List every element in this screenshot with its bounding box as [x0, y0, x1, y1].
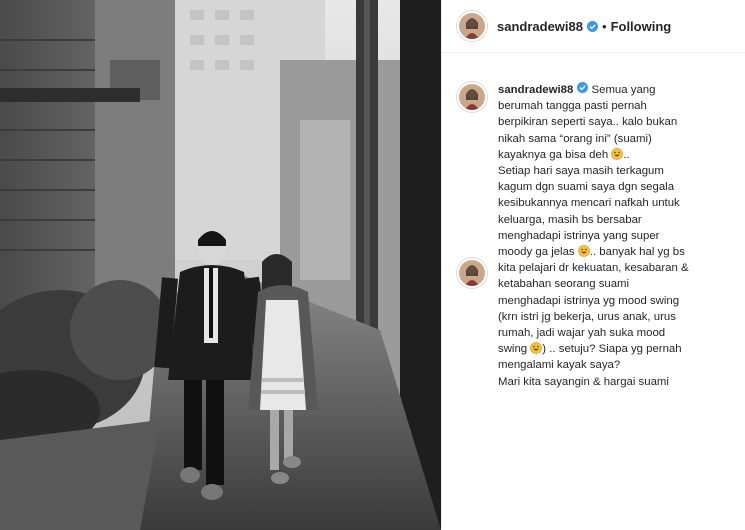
avatar-image: [459, 84, 485, 110]
rofl-emoji-icon: [611, 147, 624, 160]
caption-line: (krn istri jg bekerja, urus anak, urus: [498, 310, 676, 323]
caption-line: nikah sama “orang ini” (suami): [498, 132, 652, 145]
caption-row: sandradewi88 Semua yang berumah tangga p…: [457, 82, 732, 390]
following-button[interactable]: Following: [611, 19, 672, 34]
caption-line: mengalami kayak saya?: [498, 359, 621, 372]
verified-badge-icon: [577, 82, 589, 93]
caption-avatar[interactable]: [457, 82, 487, 112]
username-link[interactable]: sandradewi88: [497, 19, 583, 34]
caption-line: berumah tangga pasti pernah: [498, 100, 647, 113]
avatar-image: [459, 13, 485, 39]
verified-badge-icon: [587, 20, 598, 32]
caption-line: kagum dgn suami saya dgn segala: [498, 181, 675, 194]
caption-fragment: .. banyak hal yg bs: [589, 246, 685, 259]
caption-line: Semua yang: [591, 84, 656, 96]
caption-line: menghadapi istrinya yang super: [498, 229, 660, 242]
street-photo: [0, 0, 441, 530]
caption-line: kayaknya ga bisa deh: [498, 148, 609, 161]
caption-continuation-avatar[interactable]: [457, 258, 487, 288]
caption-line: kesibukannya mencari nafkah untuk: [498, 197, 680, 210]
caption-line: rumah, jadi wajar yah suka mood: [498, 327, 666, 340]
caption-line: Mari kita sayangin & hargai suami: [498, 375, 669, 388]
post-header: sandradewi88 • Following: [442, 0, 745, 53]
caption-line: Setiap hari saya masih terkagum: [498, 165, 664, 178]
post-side-panel: sandradewi88 • Following sandradewi88 Se…: [441, 0, 745, 530]
caption-username[interactable]: sandradewi88: [498, 84, 573, 96]
caption-line: keluarga, masih bs bersabar: [498, 213, 642, 226]
caption-line: moody ga jelas: [498, 246, 575, 259]
separator-dot: •: [602, 18, 607, 34]
caption-line: kita pelajari dr kekuatan, kesabaran &: [498, 262, 689, 275]
caption-line: berpikiran seperti saya.. kalo bukan: [498, 116, 678, 129]
rofl-emoji-icon: [577, 245, 590, 257]
caption-line: swing: [498, 343, 528, 356]
caption-line: menghadapi istrinya yg mood swing: [498, 294, 680, 307]
avatar-image: [459, 260, 485, 286]
post-caption: sandradewi88 Semua yang berumah tangga p…: [498, 82, 732, 390]
caption-line: ketabahan seorang suami: [498, 278, 630, 291]
rofl-emoji-icon: [530, 342, 543, 355]
post-photo[interactable]: [0, 0, 441, 530]
caption-fragment: ..: [623, 148, 630, 161]
caption-fragment: ) .. setuju? Siapa yg pernah: [542, 343, 682, 356]
instagram-post: sandradewi88 • Following sandradewi88 Se…: [0, 0, 745, 530]
profile-avatar[interactable]: [457, 11, 487, 41]
